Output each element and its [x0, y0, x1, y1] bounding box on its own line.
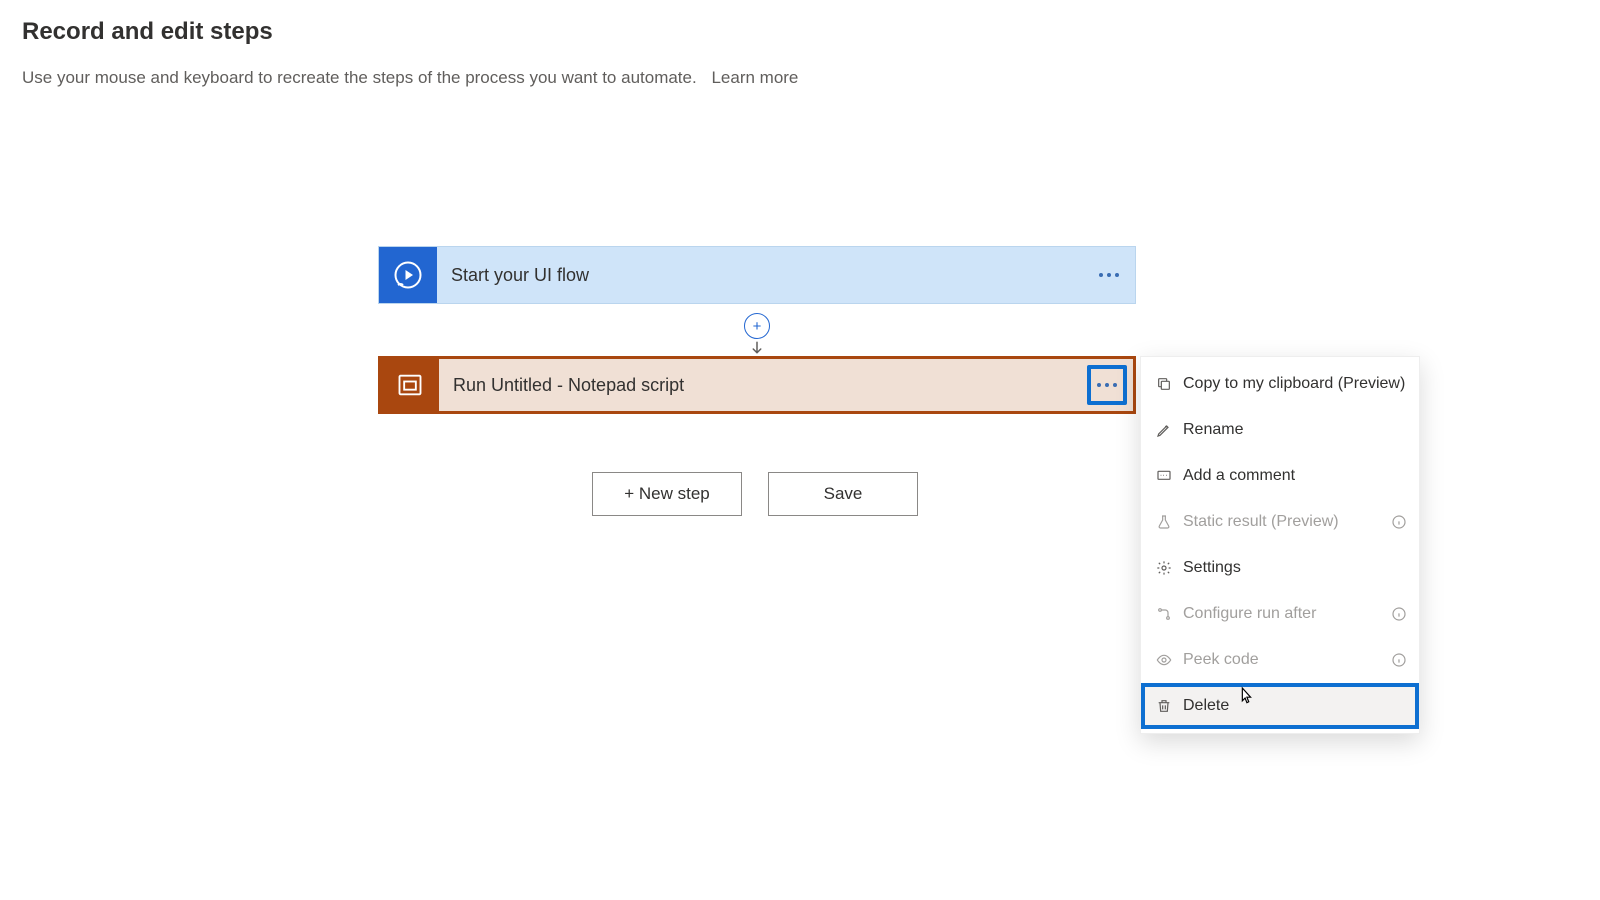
play-record-icon	[379, 247, 437, 303]
pencil-icon	[1153, 422, 1175, 438]
menu-static-label: Static result (Preview)	[1183, 513, 1339, 531]
menu-copy[interactable]: Copy to my clipboard (Preview)	[1141, 361, 1419, 407]
card-run-title: Run Untitled - Notepad script	[439, 375, 1087, 396]
copy-icon	[1153, 376, 1175, 392]
menu-run-after-label: Configure run after	[1183, 605, 1316, 623]
info-icon[interactable]	[1391, 514, 1407, 530]
eye-icon	[1153, 652, 1175, 668]
card-start-menu[interactable]	[1089, 255, 1129, 295]
menu-delete[interactable]: Delete	[1141, 683, 1419, 729]
info-icon[interactable]	[1391, 652, 1407, 668]
menu-peek-code: Peek code	[1141, 637, 1419, 683]
context-menu: Copy to my clipboard (Preview) Rename Ad…	[1140, 356, 1420, 734]
card-run-script[interactable]: Run Untitled - Notepad script	[378, 356, 1136, 414]
cursor-pointer-icon	[1235, 686, 1257, 712]
menu-settings-label: Settings	[1183, 559, 1241, 577]
menu-static-result: Static result (Preview)	[1141, 499, 1419, 545]
menu-rename[interactable]: Rename	[1141, 407, 1419, 453]
new-step-button[interactable]: + New step	[592, 472, 742, 516]
menu-comment[interactable]: Add a comment	[1141, 453, 1419, 499]
save-button[interactable]: Save	[768, 472, 918, 516]
add-step-icon[interactable]: +	[744, 313, 770, 339]
card-start-flow[interactable]: Start your UI flow	[378, 246, 1136, 304]
comment-icon	[1153, 468, 1175, 484]
menu-delete-label: Delete	[1183, 697, 1229, 715]
page-subtitle: Use your mouse and keyboard to recreate …	[22, 68, 1578, 88]
trash-icon	[1153, 698, 1175, 714]
script-window-icon	[381, 359, 439, 411]
menu-comment-label: Add a comment	[1183, 467, 1295, 485]
menu-settings[interactable]: Settings	[1141, 545, 1419, 591]
menu-peek-label: Peek code	[1183, 651, 1259, 669]
page-title: Record and edit steps	[22, 18, 1578, 46]
card-start-title: Start your UI flow	[437, 265, 1089, 286]
branch-icon	[1153, 606, 1175, 622]
gear-icon	[1153, 560, 1175, 576]
menu-run-after: Configure run after	[1141, 591, 1419, 637]
card-run-menu[interactable]	[1087, 365, 1127, 405]
flask-icon	[1153, 514, 1175, 530]
subtitle-text: Use your mouse and keyboard to recreate …	[22, 68, 697, 87]
info-icon[interactable]	[1391, 606, 1407, 622]
menu-rename-label: Rename	[1183, 421, 1243, 439]
learn-more-link[interactable]: Learn more	[711, 68, 798, 87]
menu-copy-label: Copy to my clipboard (Preview)	[1183, 375, 1405, 393]
